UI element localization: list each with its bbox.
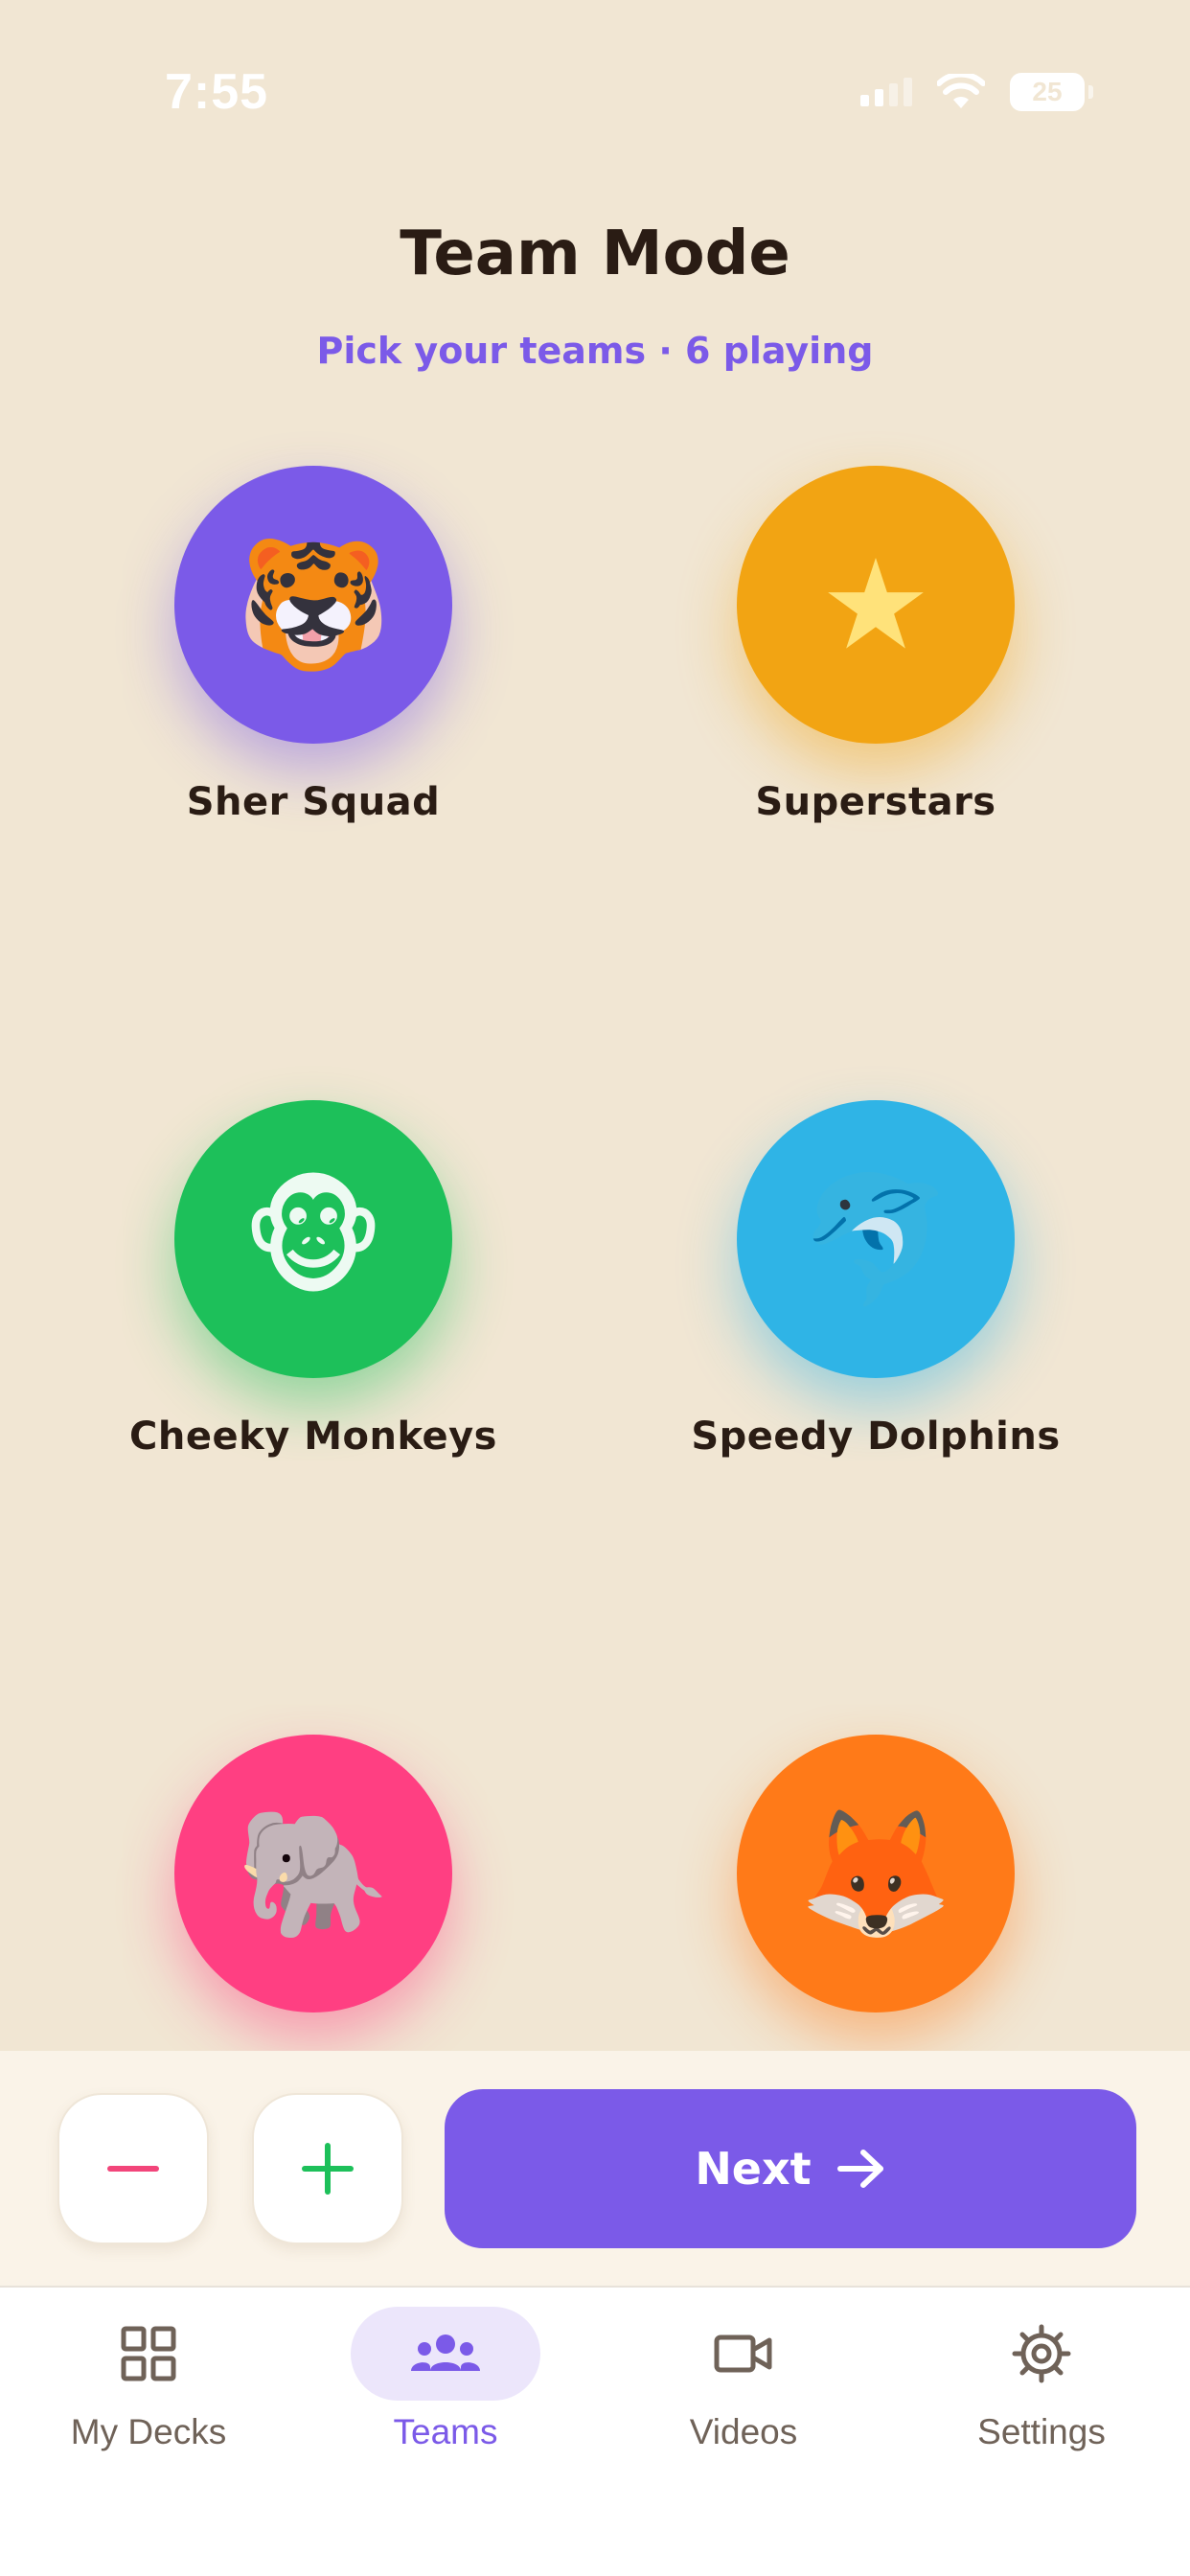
- wifi-icon: [937, 74, 985, 108]
- minus-icon: [107, 2166, 159, 2172]
- team-card[interactable]: 🐬 Speedy Dolphins: [607, 1100, 1144, 1459]
- next-button[interactable]: Next: [445, 2089, 1136, 2248]
- team-avatar: ★: [737, 466, 1015, 744]
- team-card[interactable]: 🐯 Sher Squad: [45, 466, 582, 824]
- tab-label: My Decks: [70, 2412, 227, 2451]
- team-avatar: 🐵: [174, 1100, 452, 1378]
- team-name: Speedy Dolphins: [691, 1414, 1061, 1459]
- team-name: Sher Squad: [186, 780, 441, 824]
- team-avatar: 🐘: [174, 1735, 452, 2012]
- status-time: 7:55: [165, 64, 269, 120]
- battery-icon: 25: [1010, 73, 1093, 111]
- team-name: Cheeky Monkeys: [129, 1414, 497, 1459]
- team-card[interactable]: 🐵 Cheeky Monkeys: [45, 1100, 582, 1459]
- team-avatar: 🐯: [174, 466, 452, 744]
- page-title: Team Mode: [400, 218, 790, 289]
- remove-team-button[interactable]: [57, 2093, 209, 2244]
- plus-icon: [302, 2143, 354, 2195]
- gear-icon: [1012, 2324, 1071, 2383]
- video-camera-icon: [714, 2334, 772, 2373]
- star-icon: ★: [819, 532, 932, 678]
- tab-videos[interactable]: Videos: [595, 2288, 892, 2576]
- tiger-icon: 🐯: [236, 532, 391, 678]
- monkey-icon: 🐵: [240, 1166, 386, 1312]
- tab-label: Teams: [393, 2412, 498, 2451]
- tab-teams[interactable]: Teams: [297, 2288, 594, 2576]
- team-avatar: 🦊: [737, 1735, 1015, 2012]
- arrow-right-icon: [836, 2150, 883, 2188]
- grid-icon: [121, 2326, 176, 2381]
- tab-my-decks[interactable]: My Decks: [0, 2288, 297, 2576]
- add-team-button[interactable]: [252, 2093, 403, 2244]
- cellular-signal-icon: [860, 78, 912, 106]
- action-bar: Next: [0, 2051, 1190, 2286]
- team-card[interactable]: 🦊: [607, 1735, 1144, 2049]
- people-icon: [411, 2334, 480, 2371]
- team-card[interactable]: ★ Superstars: [607, 466, 1144, 824]
- team-name: Superstars: [755, 780, 996, 824]
- next-button-label: Next: [695, 2143, 812, 2195]
- fox-icon: 🦊: [798, 1801, 953, 1946]
- dolphin-icon: 🐬: [798, 1166, 953, 1312]
- team-card[interactable]: 🐘: [45, 1735, 582, 2049]
- team-mode-screen: 7:55 25 Team Mode Pick your teams · 6 pl…: [0, 0, 1190, 2576]
- tab-label: Videos: [689, 2412, 798, 2451]
- tab-label: Settings: [977, 2412, 1106, 2451]
- tab-settings[interactable]: Settings: [893, 2288, 1190, 2576]
- page-subtitle: Pick your teams · 6 playing: [316, 330, 874, 372]
- team-avatar: 🐬: [737, 1100, 1015, 1378]
- tab-bar: My Decks Teams Videos Settings: [0, 2286, 1190, 2576]
- elephant-icon: 🐘: [236, 1801, 391, 1946]
- status-icons: 25: [860, 73, 1093, 111]
